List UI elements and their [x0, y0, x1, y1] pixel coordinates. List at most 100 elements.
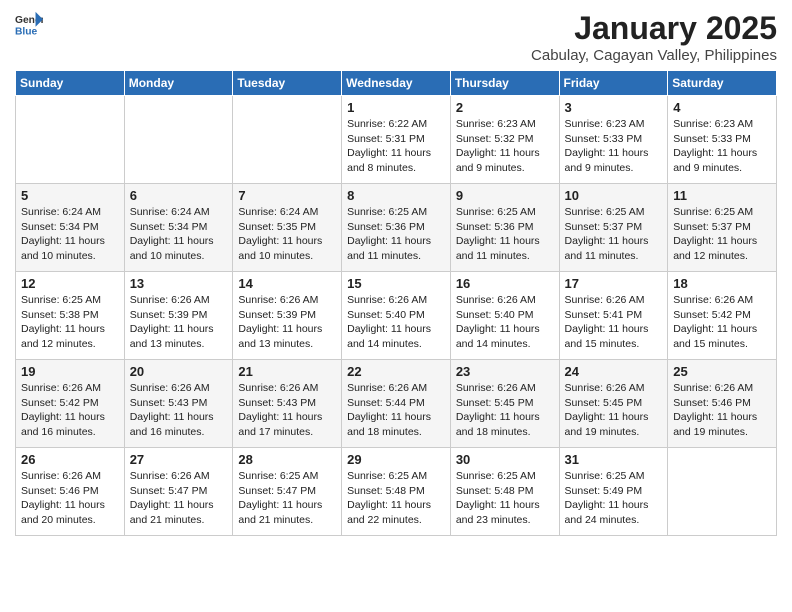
day-content: Sunrise: 6:23 AMSunset: 5:32 PMDaylight:…	[456, 117, 554, 176]
weekday-header: Thursday	[450, 71, 559, 96]
day-content: Sunrise: 6:25 AMSunset: 5:48 PMDaylight:…	[456, 469, 554, 528]
calendar-header: SundayMondayTuesdayWednesdayThursdayFrid…	[16, 71, 777, 96]
calendar-cell: 11Sunrise: 6:25 AMSunset: 5:37 PMDayligh…	[668, 184, 777, 272]
weekday-header: Monday	[124, 71, 233, 96]
day-content: Sunrise: 6:26 AMSunset: 5:40 PMDaylight:…	[347, 293, 445, 352]
calendar-cell: 27 Sunrise: 6:26 AMSunset: 5:47 PMDayligh…	[124, 448, 233, 536]
calendar-cell: 8Sunrise: 6:25 AMSunset: 5:36 PMDaylight…	[342, 184, 451, 272]
calendar-cell: 1Sunrise: 6:22 AMSunset: 5:31 PMDaylight…	[342, 96, 451, 184]
day-number: 28	[238, 452, 336, 467]
calendar-table: SundayMondayTuesdayWednesdayThursdayFrid…	[15, 70, 777, 536]
day-content: Sunrise: 6:26 AMSunset: 5:40 PMDaylight:…	[456, 293, 554, 352]
day-number: 27	[130, 452, 228, 467]
title-block: January 2025 Cabulay, Cagayan Valley, Ph…	[531, 10, 777, 64]
day-number: 2	[456, 100, 554, 115]
calendar-week-row: 19 Sunrise: 6:26 AMSunset: 5:42 PMDayligh…	[16, 360, 777, 448]
day-content: Sunrise: 6:25 AMSunset: 5:38 PMDaylight:…	[21, 293, 119, 352]
day-number: 9	[456, 188, 554, 203]
calendar-cell: 23 Sunrise: 6:26 AMSunset: 5:45 PMDayligh…	[450, 360, 559, 448]
day-content: Sunrise: 6:23 AMSunset: 5:33 PMDaylight:…	[673, 117, 771, 176]
calendar-cell	[233, 96, 342, 184]
day-number: 26	[21, 452, 119, 467]
day-content: Sunrise: 6:26 AMSunset: 5:46 PMDaylight:…	[673, 381, 771, 440]
day-content: Sunrise: 6:26 AMSunset: 5:41 PMDaylight:…	[565, 293, 663, 352]
calendar-cell: 16 Sunrise: 6:26 AMSunset: 5:40 PMDayligh…	[450, 272, 559, 360]
day-number: 18	[673, 276, 771, 291]
day-number: 11	[673, 188, 771, 203]
day-content: Sunrise: 6:25 AMSunset: 5:36 PMDaylight:…	[347, 205, 445, 264]
calendar-cell: 19 Sunrise: 6:26 AMSunset: 5:42 PMDayligh…	[16, 360, 125, 448]
calendar-cell: 4Sunrise: 6:23 AMSunset: 5:33 PMDaylight…	[668, 96, 777, 184]
day-content: Sunrise: 6:23 AMSunset: 5:33 PMDaylight:…	[565, 117, 663, 176]
day-content: Sunrise: 6:25 AMSunset: 5:37 PMDaylight:…	[565, 205, 663, 264]
calendar-cell: 14 Sunrise: 6:26 AMSunset: 5:39 PMDayligh…	[233, 272, 342, 360]
calendar-cell: 12 Sunrise: 6:25 AMSunset: 5:38 PMDayligh…	[16, 272, 125, 360]
day-number: 19	[21, 364, 119, 379]
calendar-cell: 31Sunrise: 6:25 AMSunset: 5:49 PMDayligh…	[559, 448, 668, 536]
calendar-cell: 3Sunrise: 6:23 AMSunset: 5:33 PMDaylight…	[559, 96, 668, 184]
day-number: 5	[21, 188, 119, 203]
calendar-week-row: 26 Sunrise: 6:26 AMSunset: 5:46 PMDayligh…	[16, 448, 777, 536]
weekday-header: Wednesday	[342, 71, 451, 96]
day-content: Sunrise: 6:25 AMSunset: 5:47 PMDaylight:…	[238, 469, 336, 528]
day-content: Sunrise: 6:26 AMSunset: 5:43 PMDaylight:…	[130, 381, 228, 440]
calendar-week-row: 12 Sunrise: 6:25 AMSunset: 5:38 PMDayligh…	[16, 272, 777, 360]
day-number: 14	[238, 276, 336, 291]
day-number: 20	[130, 364, 228, 379]
weekday-row: SundayMondayTuesdayWednesdayThursdayFrid…	[16, 71, 777, 96]
calendar-cell: 20 Sunrise: 6:26 AMSunset: 5:43 PMDayligh…	[124, 360, 233, 448]
day-content: Sunrise: 6:26 AMSunset: 5:47 PMDaylight:…	[130, 469, 228, 528]
calendar-cell: 30 Sunrise: 6:25 AMSunset: 5:48 PMDayligh…	[450, 448, 559, 536]
calendar-cell: 25 Sunrise: 6:26 AMSunset: 5:46 PMDayligh…	[668, 360, 777, 448]
day-content: Sunrise: 6:26 AMSunset: 5:39 PMDaylight:…	[130, 293, 228, 352]
day-content: Sunrise: 6:26 AMSunset: 5:44 PMDaylight:…	[347, 381, 445, 440]
calendar-cell: 10Sunrise: 6:25 AMSunset: 5:37 PMDayligh…	[559, 184, 668, 272]
logo-icon: General Blue	[15, 10, 43, 38]
calendar-cell: 26 Sunrise: 6:26 AMSunset: 5:46 PMDayligh…	[16, 448, 125, 536]
calendar-body: 1Sunrise: 6:22 AMSunset: 5:31 PMDaylight…	[16, 96, 777, 536]
calendar-cell: 18Sunrise: 6:26 AMSunset: 5:42 PMDayligh…	[668, 272, 777, 360]
day-number: 25	[673, 364, 771, 379]
day-content: Sunrise: 6:26 AMSunset: 5:45 PMDaylight:…	[565, 381, 663, 440]
calendar-cell: 7Sunrise: 6:24 AMSunset: 5:35 PMDaylight…	[233, 184, 342, 272]
day-content: Sunrise: 6:24 AMSunset: 5:34 PMDaylight:…	[21, 205, 119, 264]
day-content: Sunrise: 6:26 AMSunset: 5:45 PMDaylight:…	[456, 381, 554, 440]
calendar-cell: 17 Sunrise: 6:26 AMSunset: 5:41 PMDayligh…	[559, 272, 668, 360]
calendar-cell	[668, 448, 777, 536]
calendar-week-row: 1Sunrise: 6:22 AMSunset: 5:31 PMDaylight…	[16, 96, 777, 184]
day-content: Sunrise: 6:26 AMSunset: 5:46 PMDaylight:…	[21, 469, 119, 528]
calendar-cell: 5 Sunrise: 6:24 AMSunset: 5:34 PMDaylight…	[16, 184, 125, 272]
day-number: 6	[130, 188, 228, 203]
calendar-cell: 29 Sunrise: 6:25 AMSunset: 5:48 PMDayligh…	[342, 448, 451, 536]
day-number: 16	[456, 276, 554, 291]
calendar-cell	[16, 96, 125, 184]
calendar-cell: 28 Sunrise: 6:25 AMSunset: 5:47 PMDayligh…	[233, 448, 342, 536]
weekday-header: Saturday	[668, 71, 777, 96]
day-number: 12	[21, 276, 119, 291]
day-number: 13	[130, 276, 228, 291]
page-container: General Blue January 2025 Cabulay, Cagay…	[0, 0, 792, 546]
day-number: 21	[238, 364, 336, 379]
day-number: 22	[347, 364, 445, 379]
day-content: Sunrise: 6:26 AMSunset: 5:43 PMDaylight:…	[238, 381, 336, 440]
day-content: Sunrise: 6:26 AMSunset: 5:39 PMDaylight:…	[238, 293, 336, 352]
day-number: 17	[565, 276, 663, 291]
day-number: 23	[456, 364, 554, 379]
day-number: 15	[347, 276, 445, 291]
day-number: 31	[565, 452, 663, 467]
day-number: 30	[456, 452, 554, 467]
calendar-cell: 15 Sunrise: 6:26 AMSunset: 5:40 PMDayligh…	[342, 272, 451, 360]
day-number: 29	[347, 452, 445, 467]
calendar-cell: 21 Sunrise: 6:26 AMSunset: 5:43 PMDayligh…	[233, 360, 342, 448]
day-number: 1	[347, 100, 445, 115]
calendar-cell: 24 Sunrise: 6:26 AMSunset: 5:45 PMDayligh…	[559, 360, 668, 448]
calendar-cell: 2 Sunrise: 6:23 AMSunset: 5:32 PMDaylight…	[450, 96, 559, 184]
day-content: Sunrise: 6:26 AMSunset: 5:42 PMDaylight:…	[21, 381, 119, 440]
day-number: 24	[565, 364, 663, 379]
day-content: Sunrise: 6:24 AMSunset: 5:34 PMDaylight:…	[130, 205, 228, 264]
day-number: 7	[238, 188, 336, 203]
day-content: Sunrise: 6:25 AMSunset: 5:48 PMDaylight:…	[347, 469, 445, 528]
calendar-cell: 9Sunrise: 6:25 AMSunset: 5:36 PMDaylight…	[450, 184, 559, 272]
calendar-cell: 22 Sunrise: 6:26 AMSunset: 5:44 PMDayligh…	[342, 360, 451, 448]
svg-text:Blue: Blue	[15, 26, 38, 37]
